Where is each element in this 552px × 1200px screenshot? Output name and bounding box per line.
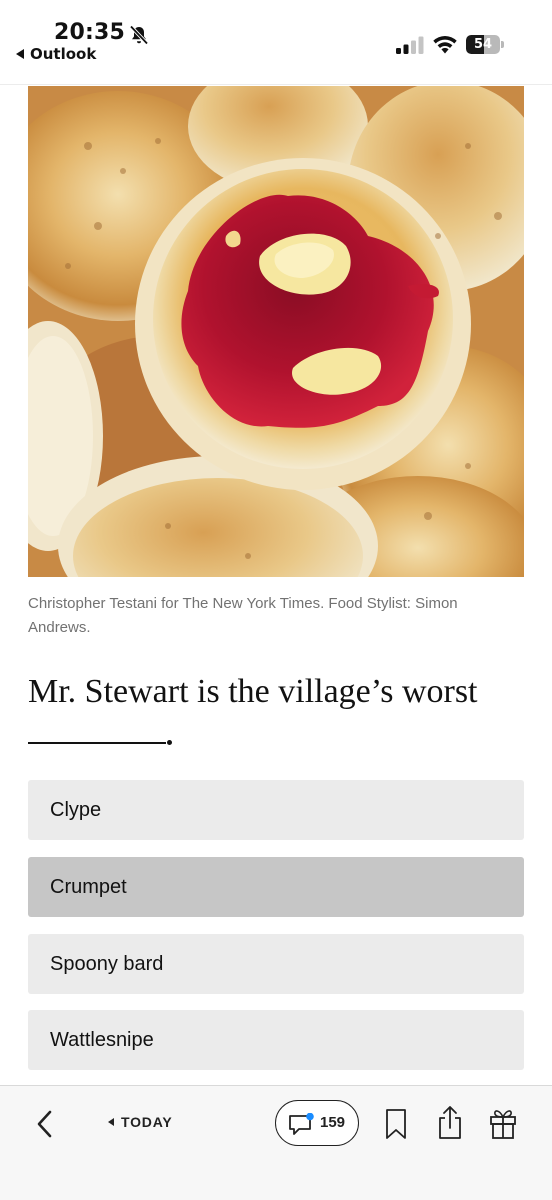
gift-icon[interactable] [489, 1106, 517, 1140]
battery-indicator: 54 [466, 35, 504, 54]
bottom-toolbar: TODAY 159 [0, 1085, 552, 1200]
comment-bubble-icon [289, 1113, 314, 1135]
bell-slash-icon [129, 25, 149, 45]
status-time: 20:35 [54, 20, 126, 45]
bookmark-icon[interactable] [384, 1108, 408, 1140]
wifi-icon [433, 35, 457, 54]
cellular-signal-icon [396, 36, 424, 54]
comments-button[interactable]: 159 [275, 1100, 359, 1146]
status-bar: 20:35 Outlook 54 [0, 0, 552, 84]
quiz-option[interactable]: Clype [28, 780, 524, 840]
today-label: TODAY [121, 1114, 173, 1130]
today-button[interactable]: TODAY [108, 1114, 172, 1130]
battery-body: 54 [466, 35, 500, 54]
photo-caption: Christopher Testani for The New York Tim… [28, 595, 458, 636]
quiz-question: Mr. Stewart is the village’s worst [28, 673, 478, 710]
share-icon[interactable] [437, 1104, 463, 1140]
article-photo-crumpets [28, 86, 524, 577]
quiz-option[interactable]: Wattlesnipe [28, 1010, 524, 1070]
battery-level: 54 [473, 37, 493, 52]
top-divider [0, 84, 552, 85]
comment-count: 159 [320, 1114, 346, 1131]
back-chevron-icon[interactable] [30, 1106, 58, 1142]
back-to-app-button[interactable]: Outlook [16, 45, 96, 63]
question-period [167, 740, 172, 745]
quiz-option-selected[interactable]: Crumpet [28, 857, 524, 917]
back-app-label: Outlook [30, 45, 97, 63]
battery-nub [501, 41, 504, 48]
back-triangle-icon [16, 49, 24, 59]
today-triangle-icon [108, 1118, 114, 1126]
question-blank [28, 742, 166, 744]
quiz-option[interactable]: Spoony bard [28, 934, 524, 994]
